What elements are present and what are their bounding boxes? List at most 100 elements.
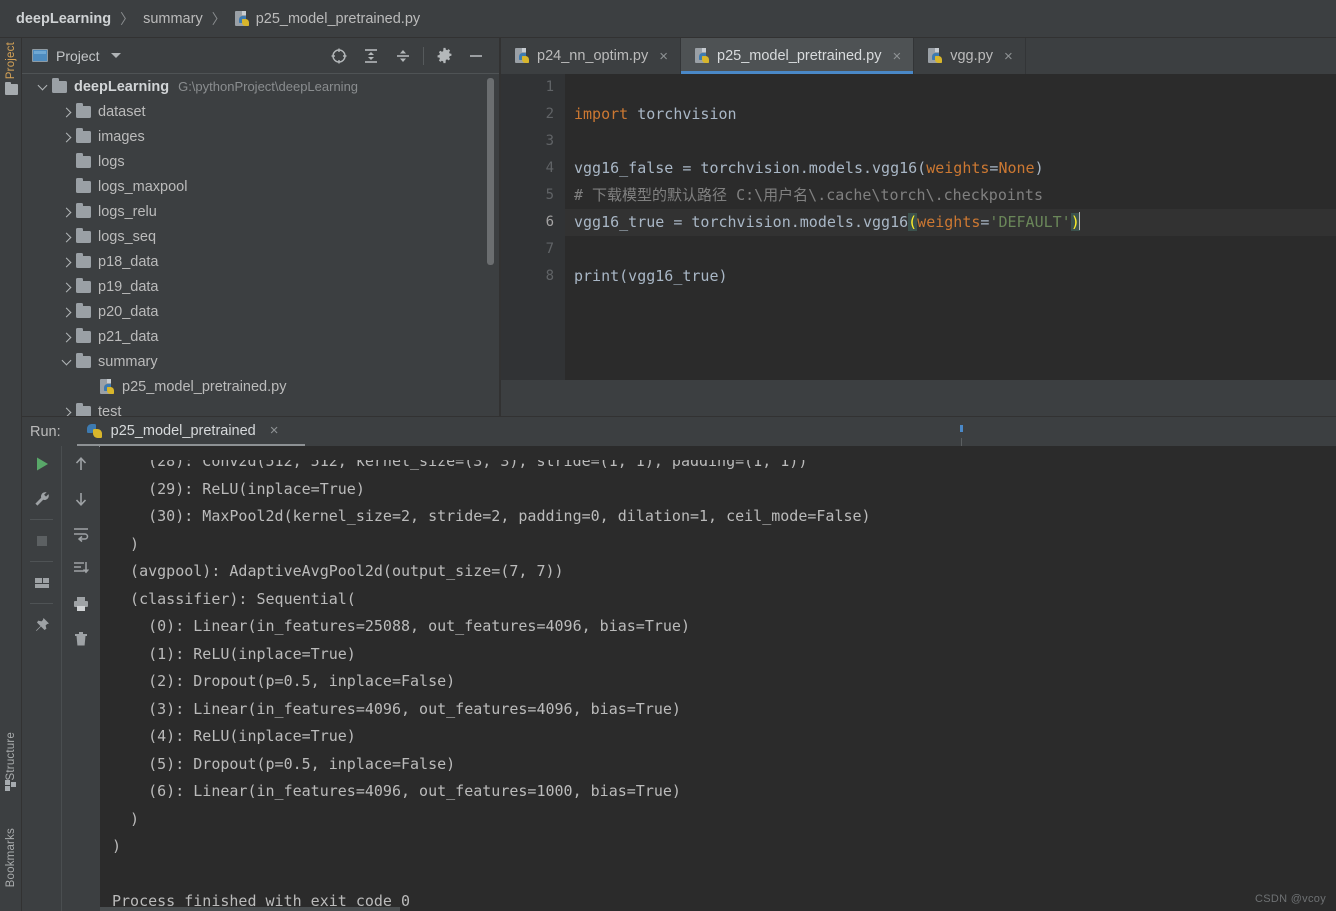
console-top-clip — [100, 446, 1336, 460]
run-panel-header: Run: p25_model_pretrained × — [22, 416, 1336, 447]
settings-gear-icon[interactable] — [428, 41, 460, 71]
code-token: weights — [926, 159, 990, 177]
line-number: 5 — [545, 187, 554, 203]
code-line-6[interactable]: vgg16_true = torchvision.models.vgg16(we… — [565, 209, 1336, 236]
collapse-all-icon[interactable] — [387, 41, 419, 71]
scroll-to-end-button[interactable] — [63, 551, 99, 586]
pin-tab-button[interactable] — [22, 607, 61, 642]
tree-item-summary[interactable]: summary — [22, 349, 500, 374]
tree-item-test[interactable]: test — [22, 399, 500, 416]
python-file-icon — [234, 10, 250, 27]
console-line: (avgpool): AdaptiveAvgPool2d(output_size… — [112, 562, 564, 580]
breadcrumb-item-file[interactable]: p25_model_pretrained.py — [234, 10, 421, 27]
console-line: (3): Linear(in_features=4096, out_featur… — [112, 699, 681, 718]
editor-code[interactable]: import torchvision vgg16_false = torchvis… — [565, 74, 1336, 380]
stop-button[interactable] — [22, 523, 61, 558]
close-icon[interactable]: × — [1004, 48, 1013, 65]
tree-item-p18-data[interactable]: p18_data — [22, 249, 500, 274]
chevron-right-icon[interactable] — [56, 329, 76, 345]
chevron-down-icon[interactable] — [32, 79, 52, 95]
layout-button[interactable] — [22, 565, 61, 600]
editor-tab-p25-model-pretrained-py[interactable]: p25_model_pretrained.py × — [681, 38, 915, 74]
project-file-tree[interactable]: deepLearning G:\pythonProject\deepLearnin… — [22, 74, 500, 416]
editor-tab-p24-nn-optim-py[interactable]: p24_nn_optim.py × — [501, 38, 682, 74]
chevron-right-icon[interactable] — [56, 304, 76, 320]
tree-item-logs-maxpool[interactable]: logs_maxpool — [22, 174, 500, 199]
code-line-7[interactable] — [565, 236, 1336, 263]
locate-icon[interactable] — [323, 41, 355, 71]
rail-button-structure[interactable]: Structure — [0, 732, 22, 797]
line-number: 8 — [545, 268, 554, 284]
editor-tab-vgg-py[interactable]: vgg.py × — [914, 38, 1026, 74]
code-line-2[interactable]: import torchvision — [565, 101, 1336, 128]
close-icon[interactable]: × — [270, 422, 279, 439]
down-the-stack-trace-button[interactable] — [63, 481, 99, 516]
code-token: torchvision — [628, 105, 737, 123]
folder-icon — [76, 402, 91, 416]
chevron-right-icon[interactable] — [56, 104, 76, 120]
project-tree-scrollbar[interactable] — [487, 78, 494, 265]
tree-item-p20-data[interactable]: p20_data — [22, 299, 500, 324]
console-horizontal-scrollbar[interactable] — [100, 907, 400, 911]
tree-item-p25-model-pretrained-py[interactable]: p25_model_pretrained.py — [22, 374, 500, 399]
folder-icon — [76, 127, 91, 143]
code-token: print(vgg16_true) — [574, 267, 728, 285]
chevron-down-icon[interactable] — [110, 53, 121, 58]
clear-all-button[interactable] — [63, 621, 99, 656]
folder-icon — [76, 202, 91, 218]
rerun-button[interactable] — [22, 446, 61, 481]
hide-panel-icon[interactable] — [460, 41, 492, 71]
tree-item-deeplearning[interactable]: deepLearning G:\pythonProject\deepLearnin… — [22, 74, 500, 99]
run-console-output[interactable]: (28): Conv2d(512, 512, kernel_size=(3, 3… — [100, 446, 1336, 911]
tree-item-logs-seq[interactable]: logs_seq — [22, 224, 500, 249]
soft-wrap-button[interactable] — [63, 516, 99, 551]
line-number: 7 — [545, 241, 554, 257]
code-line-5[interactable]: # 下载模型的默认路径 C:\用户名\.cache\torch\.checkpo… — [565, 182, 1336, 209]
up-the-stack-trace-button[interactable] — [63, 446, 99, 481]
console-line: (0): Linear(in_features=25088, out_featu… — [112, 617, 690, 635]
tree-item-label: images — [98, 128, 145, 145]
edit-configurations-button[interactable] — [22, 481, 61, 516]
chevron-right-icon[interactable] — [56, 254, 76, 270]
line-number: 6 — [545, 214, 554, 230]
tree-item-logs[interactable]: logs — [22, 149, 500, 174]
folder-icon — [76, 177, 91, 193]
python-file-icon — [928, 48, 943, 64]
breadcrumb-item-project[interactable]: deepLearning — [16, 11, 111, 27]
tree-item-p19-data[interactable]: p19_data — [22, 274, 500, 299]
tree-item-label: logs_relu — [98, 203, 157, 220]
run-configuration-tab[interactable]: p25_model_pretrained × — [76, 422, 305, 447]
code-line-3[interactable] — [565, 128, 1336, 155]
tree-item-dataset[interactable]: dataset — [22, 99, 500, 124]
chevron-right-icon[interactable] — [56, 204, 76, 220]
breadcrumb-item-folder[interactable]: summary — [143, 11, 203, 27]
run-progress-marker — [960, 425, 963, 432]
rail-label-bookmarks: Bookmarks — [5, 828, 17, 888]
code-line-8[interactable]: print(vgg16_true) — [565, 263, 1336, 290]
tree-item-logs-relu[interactable]: logs_relu — [22, 199, 500, 224]
print-button[interactable] — [63, 586, 99, 621]
expand-all-icon[interactable] — [355, 41, 387, 71]
tree-item-label: dataset — [98, 103, 146, 120]
close-icon[interactable]: × — [659, 48, 668, 65]
code-line-4[interactable]: vgg16_false = torchvision.models.vgg16(w… — [565, 155, 1336, 182]
console-line: ) — [112, 534, 140, 553]
chevron-right-icon[interactable] — [56, 279, 76, 295]
rail-button-project[interactable]: Project — [0, 42, 22, 96]
breadcrumb-file-label: p25_model_pretrained.py — [255, 10, 421, 27]
tree-item-p21-data[interactable]: p21_data — [22, 324, 500, 349]
rail-button-bookmarks[interactable]: Bookmarks — [0, 828, 22, 887]
chevron-right-icon[interactable] — [56, 404, 76, 416]
close-icon[interactable]: × — [892, 48, 901, 65]
editor-gutter[interactable]: 1 2 3 4 5 6 7 8 — [501, 74, 565, 380]
chevron-down-icon[interactable] — [56, 354, 76, 370]
python-file-icon — [515, 48, 530, 64]
chevron-right-icon[interactable] — [56, 129, 76, 145]
console-line: ) — [112, 837, 122, 855]
tree-item-images[interactable]: images — [22, 124, 500, 149]
folder-icon — [76, 352, 91, 368]
code-line-1[interactable] — [565, 74, 1336, 101]
chevron-right-icon[interactable] — [56, 229, 76, 245]
console-line: (2): Dropout(p=0.5, inplace=False) — [112, 672, 456, 690]
